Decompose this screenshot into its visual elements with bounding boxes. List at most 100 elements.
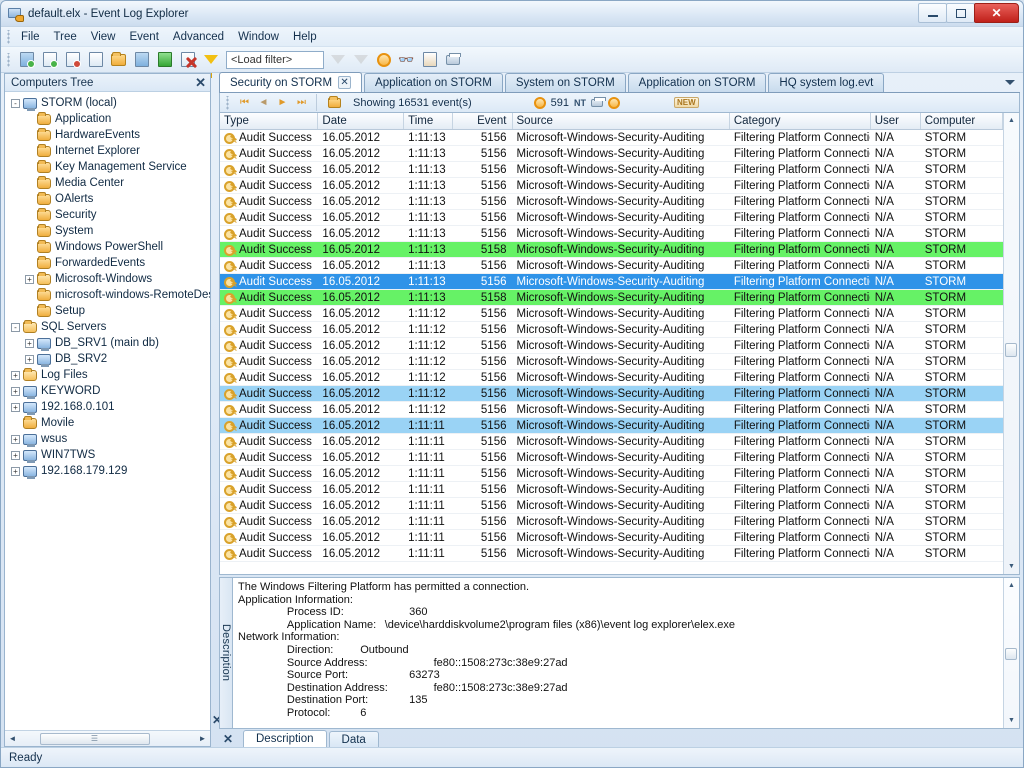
menu-view[interactable]: View xyxy=(84,29,123,45)
export-icon[interactable] xyxy=(419,49,440,70)
tree-item[interactable]: HardwareEvents xyxy=(5,127,210,143)
description-scroll-up-icon[interactable]: ▲ xyxy=(1004,578,1019,593)
panel-splitter[interactable]: ✕ xyxy=(211,73,219,747)
clear-filter-icon[interactable] xyxy=(350,49,371,70)
grid-column-header[interactable]: Type xyxy=(220,113,318,129)
tree-item[interactable]: +Microsoft-Windows xyxy=(5,271,210,287)
tree-item[interactable]: Security xyxy=(5,207,210,223)
description-scroll-track[interactable] xyxy=(1004,593,1019,713)
grid-rows[interactable]: Audit Success16.05.20121:11:135156Micros… xyxy=(220,130,1003,574)
new-badge-icon[interactable]: NEW xyxy=(674,97,699,108)
description-scroll-down-icon[interactable]: ▼ xyxy=(1004,713,1019,728)
table-row[interactable]: Audit Success16.05.20121:11:125156Micros… xyxy=(220,386,1003,402)
tree-item[interactable]: Movile xyxy=(5,415,210,431)
remove-computer-icon[interactable] xyxy=(62,49,83,70)
clear-log-icon[interactable] xyxy=(177,49,198,70)
menu-tree[interactable]: Tree xyxy=(47,29,84,45)
tree-item[interactable]: +DB_SRV2 xyxy=(5,351,210,367)
save-icon[interactable] xyxy=(154,49,175,70)
tree-item[interactable]: +192.168.0.101 xyxy=(5,399,210,415)
save-log-icon[interactable] xyxy=(131,49,152,70)
computers-tree[interactable]: -STORM (local)ApplicationHardwareEventsI… xyxy=(5,92,210,730)
tree-item[interactable]: Media Center xyxy=(5,175,210,191)
log-icon[interactable] xyxy=(591,99,603,107)
tree-expander-icon[interactable]: + xyxy=(11,451,20,460)
add-computer-icon[interactable] xyxy=(39,49,60,70)
table-row[interactable]: Audit Success16.05.20121:11:125156Micros… xyxy=(220,322,1003,338)
table-row[interactable]: Audit Success16.05.20121:11:125156Micros… xyxy=(220,338,1003,354)
apply-filter-icon[interactable] xyxy=(327,49,348,70)
tree-item[interactable]: Application xyxy=(5,111,210,127)
table-row[interactable]: Audit Success16.05.20121:11:125156Micros… xyxy=(220,402,1003,418)
log-tab[interactable]: Security on STORM✕ xyxy=(219,72,362,92)
tree-expander-icon[interactable]: + xyxy=(11,467,20,476)
grid-scroll-thumb[interactable] xyxy=(1005,343,1017,357)
tree-item[interactable]: -SQL Servers xyxy=(5,319,210,335)
tree-item[interactable]: microsoft-windows-RemoteDesktop xyxy=(5,287,210,303)
table-row[interactable]: Audit Success16.05.20121:11:135156Micros… xyxy=(220,274,1003,290)
open-log-icon[interactable] xyxy=(85,49,106,70)
tree-expander-icon[interactable]: + xyxy=(25,339,34,348)
detail-tab[interactable]: Data xyxy=(329,731,379,747)
grid-column-header[interactable]: Date xyxy=(318,113,404,129)
table-row[interactable]: Audit Success16.05.20121:11:115156Micros… xyxy=(220,530,1003,546)
log-tab-close-icon[interactable]: ✕ xyxy=(338,76,351,89)
tree-item[interactable]: OAlerts xyxy=(5,191,210,207)
table-row[interactable]: Audit Success16.05.20121:11:135156Micros… xyxy=(220,194,1003,210)
table-row[interactable]: Audit Success16.05.20121:11:135156Micros… xyxy=(220,130,1003,146)
menu-help[interactable]: Help xyxy=(286,29,324,45)
tree-item[interactable]: +DB_SRV1 (main db) xyxy=(5,335,210,351)
detail-tab-strip[interactable]: ✕ DescriptionData xyxy=(219,729,1020,747)
log-tab[interactable]: Application on STORM xyxy=(364,73,503,92)
tree-item[interactable]: +192.168.179.129 xyxy=(5,463,210,479)
grid-column-header[interactable]: Computer xyxy=(921,113,1003,129)
log-tab[interactable]: System on STORM xyxy=(505,73,626,92)
table-row[interactable]: Audit Success16.05.20121:11:115156Micros… xyxy=(220,434,1003,450)
grid-column-header[interactable]: Category xyxy=(730,113,871,129)
tree-expander-icon[interactable]: - xyxy=(11,99,20,108)
tree-expander-icon[interactable]: + xyxy=(11,371,20,380)
tree-item[interactable]: +KEYWORD xyxy=(5,383,210,399)
add-circle-icon[interactable] xyxy=(608,97,620,109)
tree-scroll-track[interactable]: ☰ xyxy=(20,732,195,746)
table-row[interactable]: Audit Success16.05.20121:11:115156Micros… xyxy=(220,498,1003,514)
table-row[interactable]: Audit Success16.05.20121:11:115156Micros… xyxy=(220,482,1003,498)
table-row[interactable]: Audit Success16.05.20121:11:135156Micros… xyxy=(220,178,1003,194)
tree-item[interactable]: Key Management Service xyxy=(5,159,210,175)
first-event-button[interactable]: ⏮ xyxy=(237,95,252,110)
maximize-button[interactable] xyxy=(946,3,975,23)
tree-item[interactable]: +wsus xyxy=(5,431,210,447)
tab-dropdown-icon[interactable] xyxy=(1002,74,1018,90)
table-row[interactable]: Audit Success16.05.20121:11:115156Micros… xyxy=(220,514,1003,530)
tree-horizontal-scrollbar[interactable]: ◄ ☰ ► xyxy=(5,730,210,746)
menu-advanced[interactable]: Advanced xyxy=(166,29,231,45)
description-side-tab[interactable]: Description xyxy=(219,577,233,729)
table-row[interactable]: Audit Success16.05.20121:11:125156Micros… xyxy=(220,306,1003,322)
log-tab[interactable]: HQ system log.evt xyxy=(768,73,884,92)
tree-expander-icon[interactable]: + xyxy=(11,435,20,444)
minimize-button[interactable] xyxy=(918,3,947,23)
tree-item[interactable]: -STORM (local) xyxy=(5,95,210,111)
find-icon[interactable]: 👓 xyxy=(396,49,417,70)
table-row[interactable]: Audit Success16.05.20121:11:135156Micros… xyxy=(220,210,1003,226)
detail-tab[interactable]: Description xyxy=(243,730,327,747)
grid-scroll-up-icon[interactable]: ▲ xyxy=(1004,113,1019,128)
next-event-button[interactable]: ► xyxy=(275,95,290,110)
description-vertical-scrollbar[interactable]: ▲ ▼ xyxy=(1003,578,1019,728)
refresh-icon[interactable] xyxy=(373,49,394,70)
table-row[interactable]: Audit Success16.05.20121:11:115156Micros… xyxy=(220,418,1003,434)
log-tab[interactable]: Application on STORM xyxy=(628,73,767,92)
print-icon[interactable] xyxy=(442,49,463,70)
tree-item[interactable]: +WIN7TWS xyxy=(5,447,210,463)
table-row[interactable]: Audit Success16.05.20121:11:115156Micros… xyxy=(220,466,1003,482)
tree-item[interactable]: Windows PowerShell xyxy=(5,239,210,255)
detail-pane-close-icon[interactable]: ✕ xyxy=(223,732,233,746)
menu-event[interactable]: Event xyxy=(122,29,165,45)
tree-scroll-thumb[interactable]: ☰ xyxy=(40,733,150,745)
table-row[interactable]: Audit Success16.05.20121:11:135158Micros… xyxy=(220,290,1003,306)
filter-icon[interactable] xyxy=(200,49,221,70)
refresh-events-icon[interactable] xyxy=(324,92,345,113)
load-filter-combo[interactable]: <Load filter> xyxy=(226,51,324,69)
grid-column-header[interactable]: Event xyxy=(453,113,512,129)
tree-expander-icon[interactable]: - xyxy=(11,323,20,332)
